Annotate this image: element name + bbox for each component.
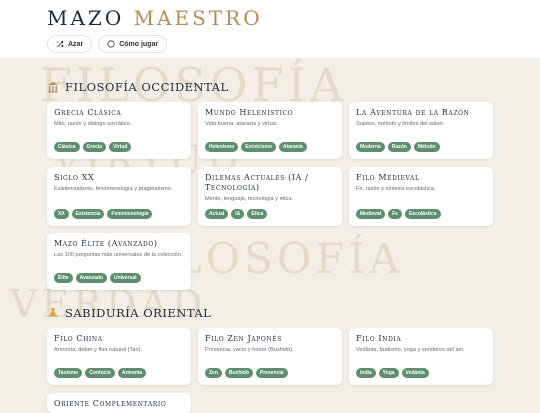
random-button[interactable]: Azar bbox=[47, 35, 93, 53]
tag: Taoísmo bbox=[54, 368, 83, 378]
tag: Escolástica bbox=[404, 209, 441, 219]
deck-card[interactable]: Filo Medieval Fe, razón y síntesis escol… bbox=[349, 167, 493, 226]
deck-card-title: Mazo Élite (Avanzado) bbox=[54, 239, 158, 248]
deck-card-tags: Moderna Razón Método bbox=[356, 142, 440, 152]
tag: India bbox=[356, 368, 376, 378]
how-to-play-label: Cómo jugar bbox=[119, 40, 159, 48]
deck-card-title: Oriente Complementario bbox=[54, 399, 167, 408]
tag: Ataraxia bbox=[278, 142, 307, 152]
tag: Medieval bbox=[356, 209, 386, 219]
deck-card-title: Mundo Helenístico bbox=[205, 108, 294, 117]
deck-card-tags: Actual IA Ética bbox=[205, 209, 268, 219]
tag: Existencia bbox=[71, 209, 105, 219]
deck-card-description: Mito, razón y diálogo socrático. bbox=[54, 121, 132, 127]
deck-card-tags: Clásica Grecia Virtud bbox=[54, 142, 132, 152]
deck-card-title: Filo Medieval bbox=[356, 173, 420, 182]
tag: Universal bbox=[110, 273, 141, 283]
tag: Bushidō bbox=[224, 368, 253, 378]
deck-card-title: Filo Zen Japonés bbox=[205, 334, 282, 343]
deck-card-title: Filo India bbox=[356, 334, 402, 343]
app-logo[interactable]: MAZO MAESTRO bbox=[47, 6, 263, 30]
deck-card-description: Vida buena: ataraxia y virtud. bbox=[205, 121, 278, 127]
section-title-label: SABIDURÍA ORIENTAL bbox=[65, 306, 212, 320]
deck-card[interactable]: Filo China Armonía, deber y fluir natura… bbox=[47, 328, 191, 385]
deck-card-description: Armonía, deber y fluir natural (Tao). bbox=[54, 347, 142, 353]
deck-card-description: Las 100 preguntas más universales de la … bbox=[54, 252, 183, 258]
deck-card-description: Mente, lenguaje, tecnología y ética. bbox=[205, 196, 294, 202]
logo-word-mazo: MAZO bbox=[47, 6, 125, 30]
tag: Razón bbox=[387, 142, 411, 152]
deck-card[interactable]: Mazo Élite (Avanzado) Las 100 preguntas … bbox=[47, 233, 191, 290]
section-title-western: FILOSOFÍA OCCIDENTAL bbox=[47, 80, 229, 94]
deck-card-description: Sujetos, método y límites del saber. bbox=[356, 121, 445, 127]
tag: Élite bbox=[54, 273, 73, 283]
deck-card-tags: Helenismo Estoicismo Ataraxia bbox=[205, 142, 307, 152]
deck-card[interactable]: Grecia Clásica Mito, razón y diálogo soc… bbox=[47, 102, 191, 159]
tag: Fenomenología bbox=[107, 209, 153, 219]
deck-card-tags: Élite Avanzado Universal bbox=[54, 273, 141, 283]
tag: Presencia bbox=[255, 368, 288, 378]
deck-card-title: Filo China bbox=[54, 334, 103, 343]
deck-card[interactable]: Oriente Complementario bbox=[47, 393, 191, 413]
tag: Clásica bbox=[54, 142, 80, 152]
app-header: MAZO MAESTRO Azar Cómo jugar bbox=[0, 0, 540, 58]
tag: Actual bbox=[205, 209, 229, 219]
deck-card[interactable]: Filo Zen Japonés Presencia, vacío y hono… bbox=[198, 328, 342, 385]
deck-card[interactable]: Mundo Helenístico Vida buena: ataraxia y… bbox=[198, 102, 342, 159]
section-title-eastern: SABIDURÍA ORIENTAL bbox=[47, 306, 211, 320]
shuffle-icon bbox=[56, 40, 64, 48]
tag: Yoga bbox=[378, 368, 399, 378]
how-to-play-button[interactable]: Cómo jugar bbox=[98, 35, 168, 53]
tag: Fe bbox=[388, 209, 402, 219]
deck-card-title: La Aventura de la Razón bbox=[356, 108, 470, 117]
deck-card-title: Grecia Clásica bbox=[54, 108, 122, 117]
deck-card-description: Fe, razón y síntesis escolástica. bbox=[356, 186, 436, 192]
tag: IA bbox=[231, 209, 245, 219]
deck-card-tags: India Yoga Vedānta bbox=[356, 368, 429, 378]
deck-card[interactable]: Filo India Vedānta, budismo, yoga y send… bbox=[349, 328, 493, 385]
tag: Avanzado bbox=[75, 273, 107, 283]
deck-card-title: Dilemas Actuales (IA / Tecnología) bbox=[205, 173, 309, 192]
deck-card-tags: Zen Bushidō Presencia bbox=[205, 368, 288, 378]
deck-card[interactable]: La Aventura de la Razón Sujetos, método … bbox=[349, 102, 493, 159]
toolbar: Azar Cómo jugar bbox=[47, 35, 168, 53]
temple-icon bbox=[48, 82, 58, 93]
deck-card[interactable]: Siglo XX Existencialismo, fenomenología … bbox=[47, 167, 191, 226]
section-title-label: FILOSOFÍA OCCIDENTAL bbox=[65, 80, 229, 94]
logo-word-maestro: MAESTRO bbox=[133, 6, 263, 30]
deck-card-title: Siglo XX bbox=[54, 173, 95, 182]
deck-card-tags: Medieval Fe Escolástica bbox=[356, 209, 441, 219]
tag: Moderna bbox=[356, 142, 385, 152]
tag: Virtud bbox=[109, 142, 132, 152]
tag: Grecia bbox=[82, 142, 107, 152]
tag: Ética bbox=[247, 209, 268, 219]
deck-card-description: Vedānta, budismo, yoga y senderos del se… bbox=[356, 347, 465, 353]
random-button-label: Azar bbox=[68, 40, 84, 48]
tag: Confucio bbox=[85, 368, 115, 378]
deck-card-tags: XX Existencia Fenomenología bbox=[54, 209, 153, 219]
tag: Armonía bbox=[117, 368, 147, 378]
tag: Método bbox=[413, 142, 440, 152]
tag: Helenismo bbox=[205, 142, 239, 152]
help-circle-icon bbox=[107, 40, 115, 48]
meditation-icon bbox=[48, 307, 58, 317]
deck-card-description: Existencialismo, fenomenología y pragmat… bbox=[54, 186, 173, 192]
tag: Zen bbox=[205, 368, 222, 378]
deck-card[interactable]: Dilemas Actuales (IA / Tecnología) Mente… bbox=[198, 167, 342, 226]
tag: Vedānta bbox=[401, 368, 429, 378]
tag: XX bbox=[54, 209, 69, 219]
deck-card-tags: Taoísmo Confucio Armonía bbox=[54, 368, 147, 378]
tag: Estoicismo bbox=[241, 142, 276, 152]
deck-card-description: Presencia, vacío y honor (Bushidō). bbox=[205, 347, 294, 353]
